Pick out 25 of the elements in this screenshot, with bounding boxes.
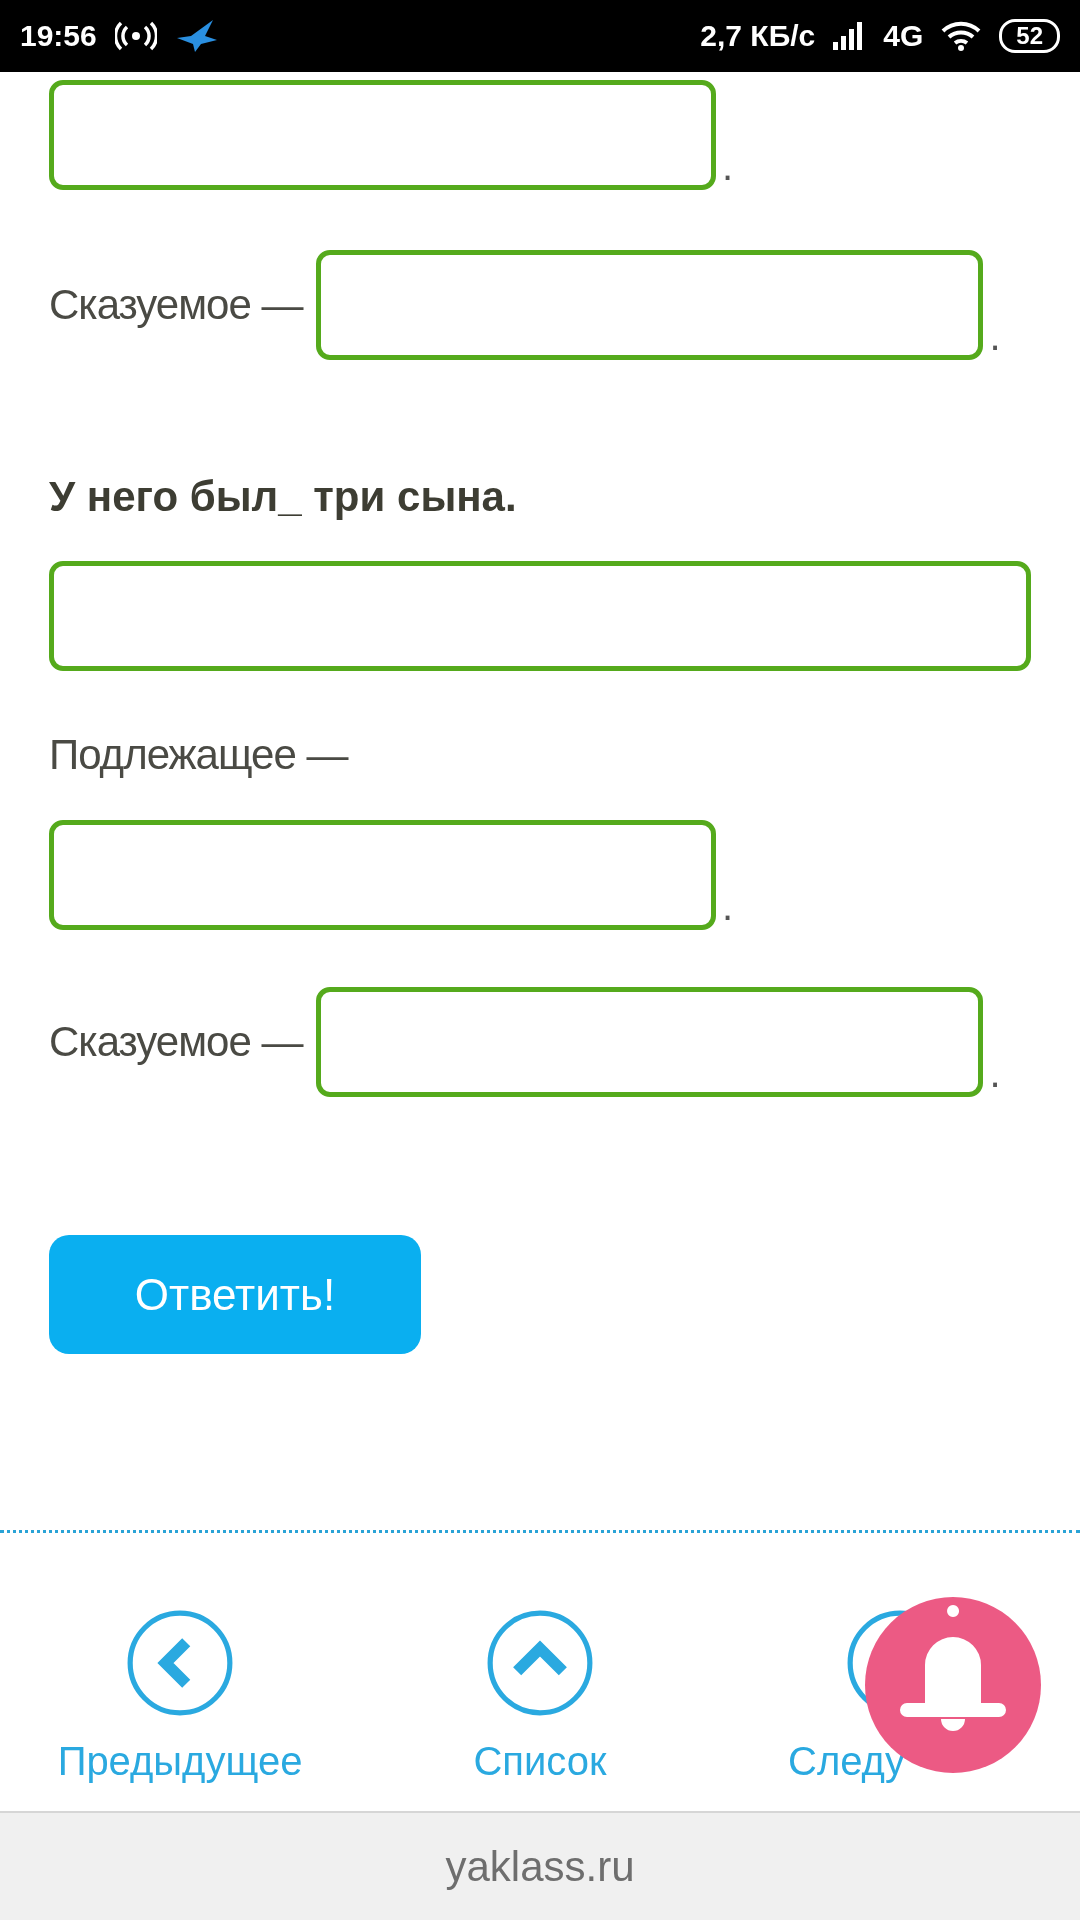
period-text: . (722, 886, 734, 926)
answer-field[interactable] (49, 80, 716, 190)
nav-link[interactable]: Предыдущее (0, 1533, 360, 1811)
field-label: Сказуемое — (49, 280, 303, 330)
network-speed-text: 2,7 КБ/с (700, 19, 816, 53)
nav-link[interactable]: Список (360, 1533, 720, 1811)
answer-field[interactable] (49, 561, 1031, 671)
network-type-text: 4G (883, 19, 924, 53)
answer-field[interactable] (49, 820, 716, 930)
submit-button[interactable]: Ответить! (49, 1235, 421, 1354)
field-label: Подлежащее — (49, 730, 349, 780)
wifi-icon (941, 21, 982, 51)
site-address: yaklass.ru (445, 1842, 635, 1891)
chevron-up-icon (486, 1609, 594, 1717)
answer-field[interactable] (316, 250, 984, 360)
chevron-left-icon (126, 1609, 234, 1717)
period-text: . (989, 316, 1001, 356)
battery-level: 52 (999, 19, 1060, 53)
period-text: . (722, 146, 734, 186)
field-label: Сказуемое — (49, 1017, 303, 1067)
clock-text: 19:56 (20, 19, 97, 53)
broadcast-icon (114, 21, 157, 51)
period-text: . (989, 1053, 1001, 1093)
task-sentence: У него был_ три сына. (49, 472, 518, 522)
answer-field[interactable] (316, 987, 984, 1097)
